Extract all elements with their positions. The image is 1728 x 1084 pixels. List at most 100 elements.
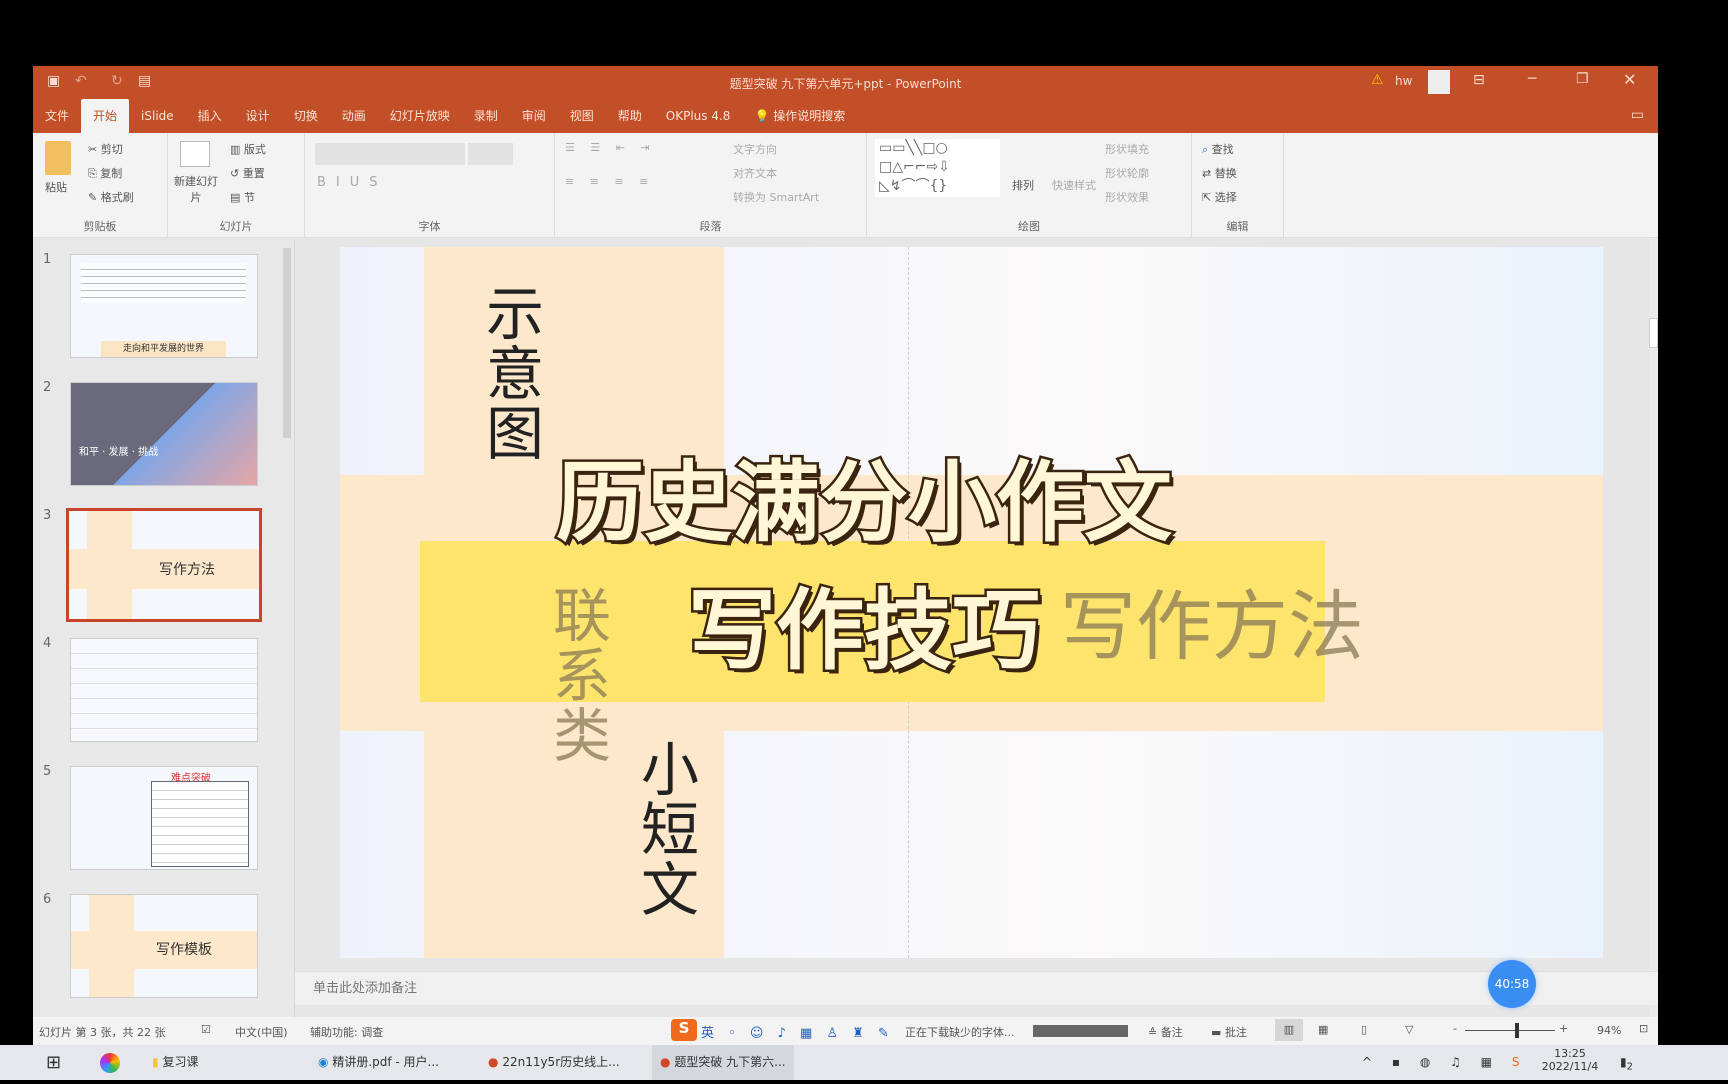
layout-button[interactable]: ▥ 版式: [230, 141, 266, 157]
system-tray-icons[interactable]: ^ ▪ ◍ ♫ ▦ S: [1362, 1045, 1527, 1080]
restore-icon[interactable]: ❐: [1576, 71, 1589, 87]
taskbar-edge-pdf[interactable]: ◉ 精讲册.pdf - 用户...: [318, 1045, 439, 1080]
smartart-button[interactable]: 转换为 SmartArt: [733, 189, 819, 205]
editing-group: ⌕ 查找 ⇄ 替换 ⇱ 选择 编辑: [1192, 133, 1284, 238]
reading-view-button[interactable]: ▯: [1361, 1023, 1367, 1036]
minimize-icon[interactable]: ─: [1528, 71, 1536, 87]
timer-badge[interactable]: 40:58: [1488, 960, 1536, 1008]
group-label: 编辑: [1226, 220, 1249, 233]
slide-thumbnail-3[interactable]: 写作方法: [66, 508, 262, 622]
close-icon[interactable]: ✕: [1623, 70, 1636, 89]
tab-record[interactable]: 录制: [462, 99, 510, 133]
tab-home[interactable]: 开始: [81, 99, 130, 133]
find-button[interactable]: ⌕ 查找: [1202, 141, 1234, 157]
arrange-button[interactable]: 排列: [1012, 177, 1034, 193]
thumbnail-caption: 走向和平发展的世界: [101, 341, 226, 357]
new-slide-icon[interactable]: [180, 141, 210, 167]
slide-number: 3: [43, 508, 52, 523]
normal-view-button[interactable]: ▥: [1275, 1019, 1303, 1041]
slide-counter: 幻灯片 第 3 张，共 22 张: [39, 1026, 166, 1039]
shapes-gallery[interactable]: ▭▭╲╲□○ □△⌐⌐⇨⇩ ◺↯⌒⌒{}: [875, 139, 1000, 197]
tell-me-search[interactable]: 💡 操作说明搜索: [742, 99, 857, 133]
align-buttons[interactable]: ≡ ≡ ≡ ≡: [565, 175, 654, 188]
paste-icon[interactable]: [45, 141, 71, 175]
slide-thumbnail-6[interactable]: 写作模板: [70, 894, 258, 998]
taskbar-folder[interactable]: ▮ 复习课: [152, 1045, 198, 1080]
zoom-out-button[interactable]: -: [1453, 1022, 1457, 1035]
thumbnail-scrollbar[interactable]: [283, 248, 291, 438]
comments-icon[interactable]: ▭: [1631, 107, 1644, 123]
notes-pane[interactable]: 单击此处添加备注: [295, 971, 1658, 1005]
tab-islide[interactable]: iSlide: [129, 99, 186, 133]
fit-slide-icon[interactable]: ⊡: [1639, 1022, 1648, 1035]
select-button[interactable]: ⇱ 选择: [1202, 189, 1237, 205]
sogou-ime-icon[interactable]: S: [671, 1019, 697, 1041]
shape-outline-button[interactable]: 形状轮廓: [1105, 165, 1149, 181]
quick-styles-button[interactable]: 快速样式: [1052, 177, 1096, 193]
zoom-level[interactable]: 94%: [1597, 1024, 1621, 1037]
new-slide-button[interactable]: 新建幻灯片: [174, 173, 218, 205]
tab-slideshow[interactable]: 幻灯片放映: [378, 99, 462, 133]
download-progress: [1033, 1025, 1128, 1037]
replace-button[interactable]: ⇄ 替换: [1202, 165, 1237, 181]
tab-help[interactable]: 帮助: [606, 99, 654, 133]
font-format-buttons[interactable]: BIUS: [317, 175, 388, 190]
zoom-slider-thumb[interactable]: [1515, 1023, 1519, 1038]
paste-button[interactable]: 粘贴: [45, 179, 67, 195]
paragraph-group: ☰ ☰ ⇤ ⇥ ≡ ≡ ≡ ≡ 文字方向 对齐文本 转换为 SmartArt 段…: [555, 133, 867, 238]
title-bar: ▣ ↶ ↻ ▤ 题型突破 九下第六单元+ppt - PowerPoint ⚠ h…: [33, 66, 1658, 99]
clock[interactable]: 13:25 2022/11/4: [1540, 1047, 1600, 1073]
status-bar: 幻灯片 第 3 张，共 22 张 ☑ 中文(中国) 辅助功能: 调查 S 英 ◦…: [33, 1017, 1658, 1045]
user-name[interactable]: hw: [1395, 74, 1412, 88]
copy-button[interactable]: ⎘ 复制: [88, 165, 122, 181]
notification-icon[interactable]: ▮2: [1620, 1045, 1633, 1080]
accessibility-status[interactable]: 辅助功能: 调查: [310, 1024, 383, 1040]
align-text-button[interactable]: 对齐文本: [733, 165, 777, 181]
tab-review[interactable]: 审阅: [510, 99, 558, 133]
notes-button[interactable]: ≙ 备注: [1148, 1024, 1183, 1040]
tab-transitions[interactable]: 切换: [282, 99, 330, 133]
ime-toolbar[interactable]: 英 ◦ ☺ ♪ ▦ ♙ ♜ ✎: [701, 1022, 894, 1041]
tab-view[interactable]: 视图: [558, 99, 606, 133]
section-button[interactable]: ▤ 节: [230, 189, 255, 205]
tab-design[interactable]: 设计: [234, 99, 282, 133]
slide-scrollbar[interactable]: [1649, 238, 1658, 1018]
comments-button[interactable]: ▬ 批注: [1211, 1024, 1247, 1040]
slide-thumbnail-4[interactable]: [70, 638, 258, 742]
slideshow-button[interactable]: ▽: [1405, 1023, 1413, 1036]
avatar[interactable]: [1428, 70, 1450, 94]
browser-icon[interactable]: [100, 1053, 120, 1073]
shape-effects-button[interactable]: 形状效果: [1105, 189, 1149, 205]
powerpoint-icon: ●: [660, 1055, 671, 1069]
slide-thumbnail-5[interactable]: 难点突破: [70, 766, 258, 870]
caption-line-1: 历史满分小作文: [553, 449, 1174, 557]
tell-me-label: 操作说明搜索: [773, 109, 846, 123]
taskbar-ppt-1[interactable]: ● 22n11y5r历史线上...: [488, 1045, 620, 1080]
zoom-in-button[interactable]: +: [1559, 1022, 1568, 1035]
format-painter-button[interactable]: ✎ 格式刷: [88, 189, 134, 205]
font-name-select[interactable]: [315, 143, 465, 165]
windows-start-icon[interactable]: ⊞: [46, 1045, 61, 1080]
shape-fill-button[interactable]: 形状填充: [1105, 141, 1149, 157]
notes-check-icon[interactable]: ☑: [201, 1023, 211, 1036]
powerpoint-icon: ●: [488, 1055, 499, 1069]
ribbon-display-icon[interactable]: ⊟: [1473, 72, 1485, 88]
cut-button[interactable]: ✂ 剪切: [88, 141, 123, 157]
slide-sorter-button[interactable]: ▦: [1318, 1023, 1328, 1036]
language-status[interactable]: 中文(中国): [235, 1024, 288, 1040]
text-direction-button[interactable]: 文字方向: [733, 141, 777, 157]
reset-button[interactable]: ↺ 重置: [230, 165, 265, 181]
tab-file[interactable]: 文件: [33, 99, 81, 133]
font-size-select[interactable]: [468, 143, 513, 165]
group-label: 幻灯片: [219, 220, 253, 233]
slide-thumbnail-1[interactable]: 走向和平发展的世界: [70, 254, 258, 358]
slide-text-diagram: 示意图: [476, 283, 544, 463]
warning-icon[interactable]: ⚠: [1371, 72, 1384, 88]
tab-okplus[interactable]: OKPlus 4.8: [654, 99, 743, 133]
list-buttons[interactable]: ☰ ☰ ⇤ ⇥: [565, 141, 656, 154]
zoom-slider[interactable]: [1465, 1030, 1555, 1031]
slide-thumbnail-2[interactable]: 和平 · 发展 · 挑战: [70, 382, 258, 486]
taskbar-ppt-2[interactable]: ● 题型突破 九下第六...: [652, 1045, 794, 1080]
tab-animations[interactable]: 动画: [330, 99, 378, 133]
tab-insert[interactable]: 插入: [186, 99, 234, 133]
